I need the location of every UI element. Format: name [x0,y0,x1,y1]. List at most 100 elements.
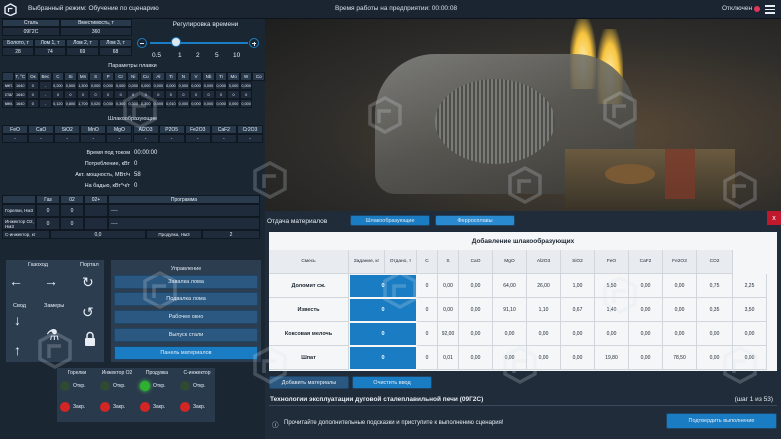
tech-hint: Прочитайте дополнительные подсказки и пр… [284,420,504,426]
melt-title: Параметры плавки [108,63,157,69]
movement-controls: Газоход Портал ← → ↻ Свод Замеры ↺ ↓ ↑ ⚗ [5,259,105,363]
melt-cell: 0,200 [51,81,65,90]
capacity-header: Вместимость, т [60,19,132,27]
gas-cell: 0 [60,204,84,217]
time-slider-handle[interactable] [171,37,181,47]
add-materials-button[interactable]: Добавить материалы [269,376,349,389]
melt-cell: 0,000 [214,81,228,90]
arrow-up-icon[interactable]: ↑ [14,342,21,358]
lock-icon[interactable] [83,331,97,347]
confirm-button[interactable]: Подтвердить выполнение [666,413,777,429]
load-scrap-button[interactable]: Завалка лома [114,275,258,289]
task-input[interactable]: 0 [350,299,416,321]
work-window-button[interactable]: Рабочее окно [114,310,258,324]
task-input[interactable]: 0 [350,347,416,369]
arrow-down-icon[interactable]: ↓ [14,312,21,328]
rotate-back-icon[interactable]: ↺ [82,304,94,321]
valve-lamps: Горелки Откр. Закр. Инжектор О2 Откр. Закр. Пр… [56,367,216,423]
melt-cell: 0,030 [101,99,115,108]
steel-header: Сталь [2,19,60,27]
lamp-closed-label: Закр. [193,404,206,410]
materials-header: Fe2O3 [663,250,697,274]
material-value: 0,00 [438,298,459,322]
material-value: 0,00 [527,346,561,370]
melt-cell: 0,300 [139,99,153,108]
material-value: 0,67 [561,298,595,322]
gas-header: 02+ [84,195,108,204]
time-minus-icon[interactable] [137,38,147,48]
gas-header: 02 [60,195,84,204]
material-value: 0,01 [438,346,459,370]
power-label: Потребление, кВт [84,161,130,167]
slag-value: - [28,134,55,143]
material-value: 0,00 [595,322,629,346]
gas-cell: 0 [60,217,84,230]
time-tick: 5 [215,52,219,59]
materials-header: C [417,250,438,274]
material-value: 5,50 [595,274,629,298]
melt-cell: 0,000 [152,81,165,90]
steel-grade: 09Г2С [2,27,60,36]
material-value: 0,00 [629,346,663,370]
melt-header: Mo [227,72,240,81]
material-value: 91,10 [493,298,527,322]
gas-cell: 0 [36,204,60,217]
material-value: 0,00 [663,322,697,346]
power-value: 0 [134,161,138,167]
arrow-right-icon[interactable]: → [44,273,58,289]
menu-icon[interactable] [765,4,775,15]
gas-program: ---- [108,217,260,230]
material-value: 0,00 [663,298,697,322]
slag-value: - [54,134,81,143]
task-input[interactable]: 0 [350,323,416,345]
slag-header: CaF2 [210,125,237,134]
given-value: 0 [417,298,438,322]
slag-value: - [236,134,263,143]
materials-header: CaF2 [629,250,663,274]
material-value: 0,00 [561,346,595,370]
arrow-left-icon[interactable]: ← [9,273,23,289]
slag-value: - [210,134,237,143]
materials-panel-button[interactable]: Панель материалов [114,346,258,360]
lamp-open-icon [140,381,150,391]
rotate-icon[interactable]: ↻ [82,274,94,291]
time-plus-icon[interactable] [249,38,259,48]
lamp-open-icon [60,381,70,391]
tab-slag[interactable]: Шлакообразующие [350,215,430,226]
melt-header: N [177,72,190,81]
slag-value: - [158,134,185,143]
left-panel: Сталь Вместимость, т 09Г2С 360 Болото, т… [0,19,265,439]
material-value: 0,00 [629,298,663,322]
given-value: 0 [417,346,438,370]
melt-cell: 0 [114,90,127,99]
task-input[interactable]: 0 [350,275,416,297]
melt-cell: 0 [177,90,190,99]
steel-tap-button[interactable]: Выпуск стали [114,328,258,342]
melt-cell: - [39,99,52,108]
material-value: 0,00 [459,274,493,298]
close-icon[interactable]: x [767,211,781,225]
connection-status: Отключен [722,5,753,12]
melt-row-label: сталь [2,90,14,99]
clear-input-button[interactable]: Очистить ввод [352,376,432,389]
flask-icon[interactable]: ⚗ [46,326,59,344]
melt-header: T, °C [14,72,27,81]
scrap-header: Болото, т [2,39,34,47]
add-scrap-button[interactable]: Подвалка лома [114,292,258,306]
lamp-open-label: Откр. [113,383,126,389]
vault-label: Свод [13,303,26,309]
materials-header: Отдано, т [385,250,417,274]
melt-cell: 0 [101,90,115,99]
melt-cell: 1640 [14,90,27,99]
materials-title: Отдача материалов [267,218,328,225]
tab-ferroalloys[interactable]: Ферросплавы [435,215,515,226]
capacity-value: 360 [60,27,132,36]
melt-header: Ni [126,72,140,81]
time-slider[interactable] [150,42,248,44]
materials-table-title: Добавление шлакообразующих [471,238,575,245]
status-dot-icon [754,6,760,12]
slag-header: P2O5 [158,125,185,134]
lamp-open-icon [100,381,110,391]
melt-cell: 0 [51,90,65,99]
melt-cell: 0 [26,81,40,90]
